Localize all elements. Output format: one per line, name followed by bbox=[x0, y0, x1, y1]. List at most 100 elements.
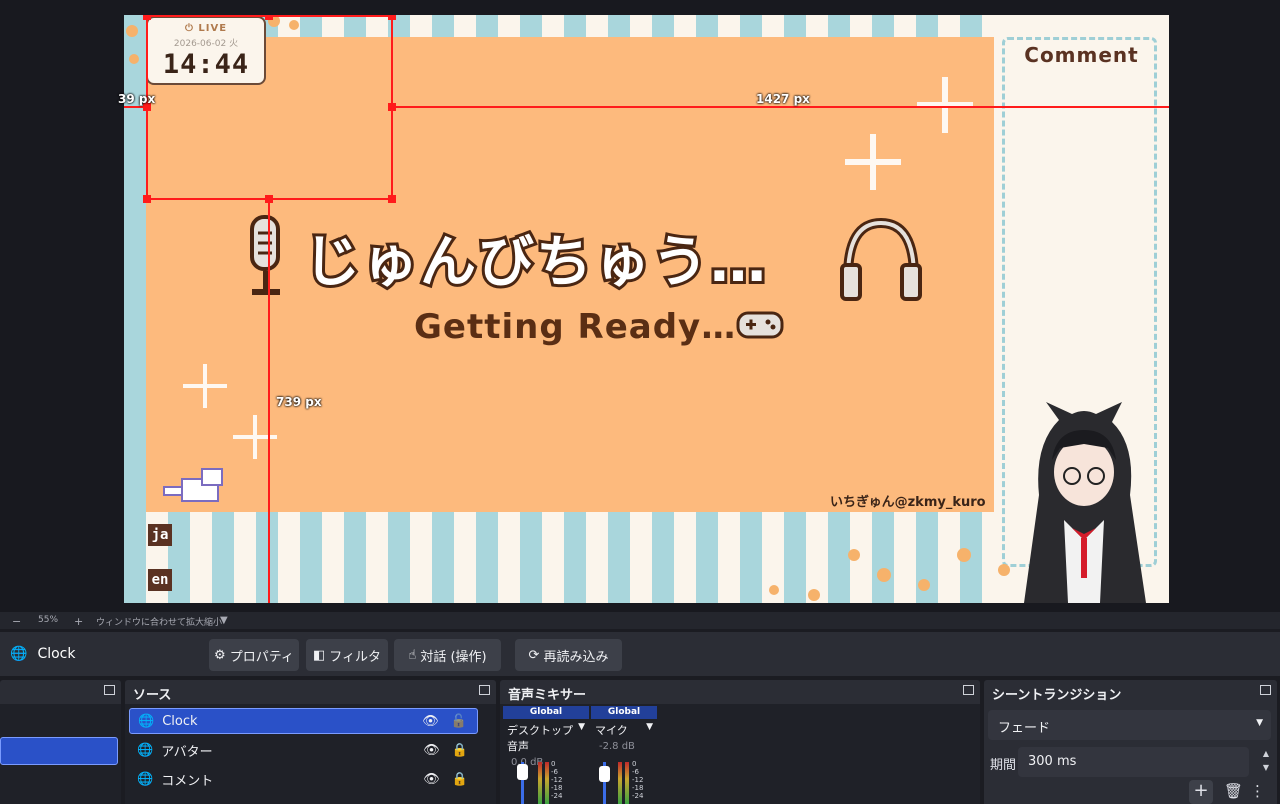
sources-dock-title: ソース bbox=[133, 688, 172, 703]
channel-db: -2.8 dB bbox=[599, 741, 635, 752]
current-source: 🌐 Clock bbox=[10, 646, 75, 662]
trash-icon[interactable]: 🗑 bbox=[1224, 782, 1243, 800]
sources-dock: ソース 🌐 Clock 👁 🔓 🌐 アバター 👁 🔒 🌐 コメント 👁 🔒 bbox=[125, 680, 496, 804]
mixer-channels: Global デスクトップ音声 ▼ 0.0 dB 0 -6 -12 -18 -24 Gl… bbox=[500, 704, 980, 804]
headphones-icon bbox=[840, 217, 922, 301]
more-options-icon[interactable]: ⋮ bbox=[1250, 782, 1265, 800]
transitions-dock-header: シーントランジション bbox=[984, 680, 1277, 704]
channel-name: デスクトップ音声 bbox=[507, 724, 573, 753]
lock-icon[interactable]: 🔒 bbox=[452, 743, 468, 758]
chevron-down-icon[interactable]: ▼ bbox=[646, 722, 653, 738]
level-meter bbox=[625, 762, 629, 804]
channel-header[interactable]: デスクトップ音声 ▼ bbox=[503, 719, 589, 757]
lock-icon[interactable]: 🔒 bbox=[452, 772, 468, 787]
level-meter bbox=[545, 762, 549, 804]
transitions-body: フェード ▼ 期間 300 ms ▲ ▼ + 🗑 ⋮ bbox=[984, 704, 1277, 804]
properties-button[interactable]: ⚙ プロパティ bbox=[209, 639, 299, 671]
lang-tag-en: en bbox=[148, 569, 172, 591]
meter-scale: 0 -6 -12 -18 -24 bbox=[551, 760, 562, 800]
hand-pointer-icon: ☝ bbox=[408, 647, 417, 663]
filter-icon: ◧ bbox=[312, 647, 326, 663]
volume-slider[interactable] bbox=[599, 766, 610, 782]
live-label: ⏻ LIVE bbox=[184, 23, 228, 34]
resize-handle[interactable] bbox=[388, 195, 396, 203]
mixer-dock-header: 音声ミキサー bbox=[500, 680, 980, 704]
gamepad-icon bbox=[736, 311, 784, 339]
eye-icon[interactable]: 👁 bbox=[422, 714, 439, 729]
source-label: コメント bbox=[161, 773, 214, 789]
source-label: アバター bbox=[161, 744, 213, 760]
refresh-button[interactable]: ⟳ 再読み込み bbox=[515, 639, 622, 671]
meter-scale: 0 -6 -12 -18 -24 bbox=[632, 760, 643, 800]
scale-tick: -18 bbox=[632, 784, 644, 792]
scene-item-selected[interactable] bbox=[0, 737, 118, 765]
title-main: じゅんびちゅう… bbox=[301, 227, 769, 298]
scale-tick: 0 bbox=[551, 760, 556, 768]
dock-float-icon[interactable] bbox=[104, 685, 115, 695]
zoom-in-button[interactable]: + bbox=[74, 615, 83, 628]
credit-text: いちぎゅん@zkmy_kuro bbox=[830, 495, 986, 510]
filters-label: フィルタ bbox=[329, 649, 382, 665]
interact-label: 対話 (操作) bbox=[420, 649, 487, 665]
scale-tick: -12 bbox=[632, 776, 644, 784]
dimension-left: 39 px bbox=[118, 92, 156, 106]
duration-value: 300 ms bbox=[1028, 754, 1077, 769]
transition-select[interactable]: フェード ▼ bbox=[988, 710, 1271, 740]
mixer-dock-title: 音声ミキサー bbox=[508, 688, 587, 703]
avatar-image bbox=[1024, 402, 1146, 603]
guide-right bbox=[392, 106, 1169, 108]
dimension-bottom: 739 px bbox=[276, 395, 322, 409]
resize-handle[interactable] bbox=[265, 195, 273, 203]
eye-icon[interactable]: 👁 bbox=[423, 743, 440, 758]
channel-name: マイク bbox=[595, 724, 628, 737]
duration-stepper[interactable]: ▲ ▼ bbox=[1263, 747, 1269, 775]
lang-tag-ja: ja bbox=[148, 524, 172, 546]
fit-to-window-button[interactable]: ウィンドウに合わせて拡大縮小 bbox=[96, 615, 222, 628]
source-row-comment[interactable]: 🌐 コメント 👁 🔒 bbox=[129, 766, 478, 792]
unlock-icon[interactable]: 🔓 bbox=[451, 714, 467, 729]
refresh-label: 再読み込み bbox=[543, 649, 609, 665]
transitions-dock-title: シーントランジション bbox=[992, 688, 1122, 703]
dock-float-icon[interactable] bbox=[479, 685, 490, 695]
resize-handle[interactable] bbox=[388, 103, 396, 111]
source-row-avatar[interactable]: 🌐 アバター 👁 🔒 bbox=[129, 737, 478, 763]
duration-input[interactable]: 300 ms bbox=[1018, 747, 1249, 777]
add-transition-button[interactable]: + bbox=[1189, 780, 1213, 804]
chevron-down-icon[interactable]: ▼ bbox=[578, 722, 585, 754]
mixer-channel-mic: Global マイク ▼ -2.8 dB 0 -6 -12 -18 -24 bbox=[591, 706, 657, 804]
filters-button[interactable]: ◧ フィルタ bbox=[306, 639, 388, 671]
scenes-dock-header bbox=[0, 680, 121, 704]
scale-tick: -6 bbox=[632, 768, 639, 776]
globe-icon: 🌐 bbox=[137, 742, 154, 758]
zoom-bar: − 55% + ウィンドウに合わせて拡大縮小 ▼ bbox=[0, 612, 1280, 629]
zoom-out-button[interactable]: − bbox=[12, 615, 21, 628]
dock-float-icon[interactable] bbox=[963, 685, 974, 695]
channel-header[interactable]: マイク ▼ bbox=[591, 719, 657, 741]
dock-float-icon[interactable] bbox=[1260, 685, 1271, 695]
zoom-level: 55% bbox=[38, 615, 59, 625]
preview-canvas[interactable]: Comment ⏻ LIVE 2026-06-02 火 14:44 じゅんびちゅ… bbox=[124, 15, 1169, 603]
guide-bottom bbox=[268, 200, 270, 603]
dimension-right: 1427 px bbox=[756, 92, 810, 106]
sources-dock-header: ソース bbox=[125, 680, 496, 704]
scale-tick: -24 bbox=[632, 792, 644, 800]
interact-button[interactable]: ☝ 対話 (操作) bbox=[394, 639, 501, 671]
preview-area[interactable]: Comment ⏻ LIVE 2026-06-02 火 14:44 じゅんびちゅ… bbox=[0, 0, 1280, 612]
level-meter bbox=[538, 762, 542, 804]
title-sub: Getting Ready… bbox=[414, 307, 737, 347]
source-row-clock[interactable]: 🌐 Clock 👁 🔓 bbox=[129, 708, 478, 734]
resize-handle[interactable] bbox=[143, 195, 151, 203]
source-context-bar: 🌐 Clock ⚙ プロパティ ◧ フィルタ ☝ 対話 (操作) ⟳ 再読み込み bbox=[0, 632, 1280, 676]
scale-tick: -24 bbox=[551, 792, 563, 800]
resize-handle[interactable] bbox=[388, 15, 396, 20]
resize-handle[interactable] bbox=[265, 15, 273, 20]
chevron-down-icon[interactable]: ▼ bbox=[220, 615, 228, 626]
clock-widget[interactable]: ⏻ LIVE 2026-06-02 火 14:44 bbox=[146, 16, 266, 85]
volume-slider[interactable] bbox=[517, 764, 528, 780]
sources-list: 🌐 Clock 👁 🔓 🌐 アバター 👁 🔒 🌐 コメント 👁 🔒 bbox=[125, 704, 496, 804]
clock-date: 2026-06-02 火 bbox=[173, 39, 239, 49]
eye-icon[interactable]: 👁 bbox=[423, 772, 440, 787]
resize-handle[interactable] bbox=[143, 15, 151, 20]
clock-time: 14:44 bbox=[162, 49, 250, 80]
scene-transitions-dock: シーントランジション フェード ▼ 期間 300 ms ▲ ▼ + 🗑 ⋮ bbox=[984, 680, 1277, 804]
